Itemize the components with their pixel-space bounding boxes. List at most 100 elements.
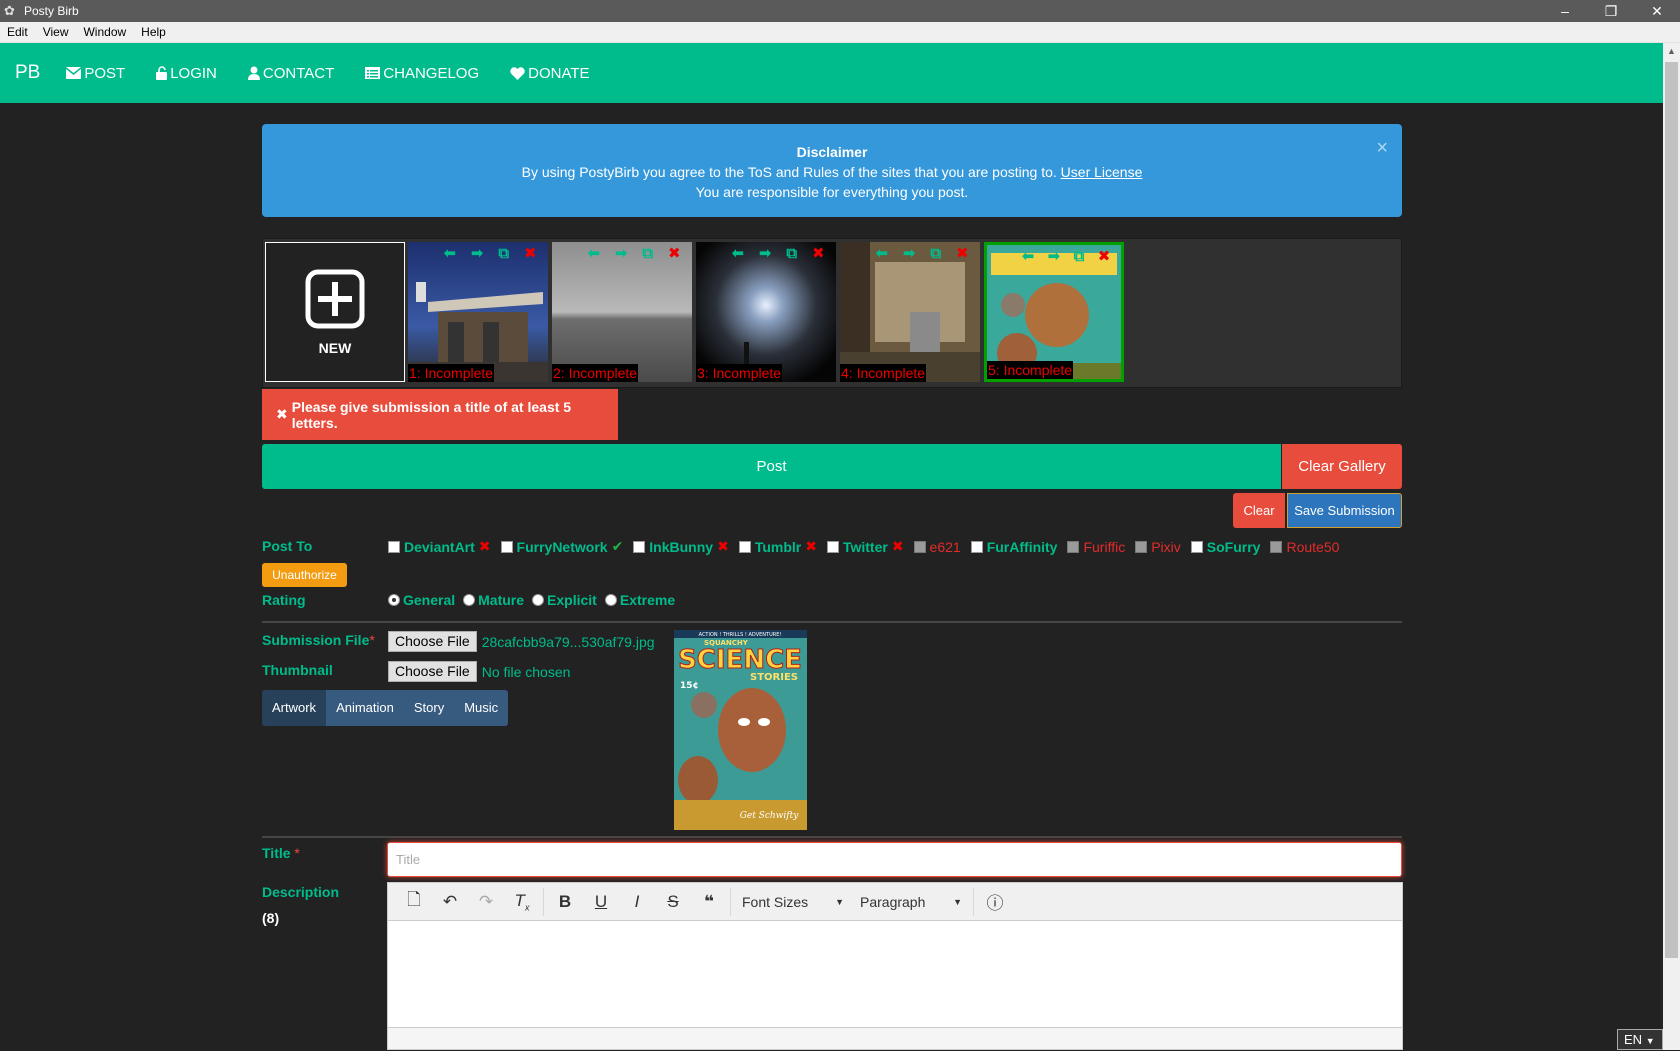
site-furrynetwork[interactable]: FurryNetwork ✔: [500, 538, 623, 555]
vertical-scrollbar[interactable]: ▲: [1663, 43, 1680, 1050]
site-deviantart[interactable]: DeviantArt ✖: [388, 538, 491, 555]
arrow-right-icon[interactable]: ➡: [615, 244, 628, 262]
scroll-up-icon[interactable]: ▲: [1663, 43, 1680, 60]
scrollbar-thumb[interactable]: [1665, 62, 1678, 958]
copy-icon[interactable]: ⧉: [786, 245, 797, 262]
post-button[interactable]: Post: [262, 444, 1281, 489]
menu-edit[interactable]: Edit: [0, 25, 36, 39]
menu-window[interactable]: Window: [76, 25, 134, 39]
nav-contact[interactable]: CONTACT: [247, 65, 334, 82]
delete-icon[interactable]: ✖: [812, 244, 825, 262]
delete-icon[interactable]: ✖: [1098, 247, 1111, 265]
gallery-item[interactable]: ⬅ ➡ ⧉ ✖ 2: Incomplete: [552, 242, 692, 382]
radio[interactable]: [604, 594, 617, 606]
checkbox[interactable]: [826, 540, 839, 553]
checkbox[interactable]: [970, 540, 983, 553]
close-icon[interactable]: ×: [1376, 138, 1388, 158]
paragraph-dropdown[interactable]: Paragraph ▼: [852, 894, 970, 910]
arrow-right-icon[interactable]: ➡: [471, 244, 484, 262]
checkbox[interactable]: [738, 540, 751, 553]
arrow-left-icon[interactable]: ⬅: [731, 244, 744, 262]
help-icon[interactable]: ⓘ: [977, 889, 1013, 914]
font-sizes-dropdown[interactable]: Font Sizes ▼: [734, 894, 852, 910]
unauthorize-button[interactable]: Unauthorize: [262, 563, 347, 587]
clear-gallery-button[interactable]: Clear Gallery: [1282, 444, 1402, 489]
site-tumblr[interactable]: Tumblr ✖: [738, 538, 817, 555]
site-sofurry[interactable]: SoFurry: [1190, 538, 1261, 555]
clear-button[interactable]: Clear: [1233, 493, 1285, 528]
user-license-link[interactable]: User License: [1061, 164, 1143, 180]
tab-artwork[interactable]: Artwork: [262, 690, 327, 726]
gallery-item[interactable]: ⬅ ➡ ⧉ ✖ 1: Incomplete: [408, 242, 548, 382]
delete-icon[interactable]: ✖: [956, 244, 969, 262]
tab-animation[interactable]: Animation: [326, 690, 404, 726]
brand-logo[interactable]: PB: [15, 62, 40, 84]
arrow-left-icon[interactable]: ⬅: [443, 244, 456, 262]
clear-formatting-icon[interactable]: Tx: [504, 891, 540, 912]
redo-icon[interactable]: ↷: [468, 892, 504, 912]
nav-donate[interactable]: DONATE: [510, 65, 590, 82]
arrow-right-icon[interactable]: ➡: [903, 244, 916, 262]
radio[interactable]: [463, 594, 476, 606]
title-input[interactable]: Title: [387, 842, 1402, 877]
italic-icon[interactable]: I: [619, 892, 655, 912]
rating-extreme[interactable]: Extreme: [604, 592, 675, 608]
undo-icon[interactable]: ↶: [432, 892, 468, 912]
bold-icon[interactable]: B: [547, 892, 583, 912]
gallery-item[interactable]: ⬅ ➡ ⧉ ✖ 4: Incomplete: [840, 242, 980, 382]
rating-explicit[interactable]: Explicit: [532, 592, 597, 608]
menu-view[interactable]: View: [36, 25, 77, 39]
tile-controls: ⬅ ➡ ⧉ ✖: [552, 242, 692, 264]
rating-general[interactable]: General: [388, 592, 455, 608]
checkbox[interactable]: [633, 540, 646, 553]
delete-icon[interactable]: ✖: [524, 244, 537, 262]
delete-icon[interactable]: ✖: [668, 244, 681, 262]
checkbox[interactable]: [388, 540, 400, 553]
language-selector[interactable]: EN ▼: [1617, 1029, 1663, 1050]
arrow-left-icon[interactable]: ⬅: [1022, 247, 1035, 265]
blockquote-icon[interactable]: ❝: [691, 892, 727, 912]
arrow-left-icon[interactable]: ⬅: [587, 244, 600, 262]
nav-changelog[interactable]: CHANGELOG: [365, 65, 479, 82]
arrow-right-icon[interactable]: ➡: [759, 244, 772, 262]
choose-thumbnail-button[interactable]: Choose File: [388, 661, 477, 682]
rating-option-label: Explicit: [547, 592, 597, 608]
gallery-item[interactable]: ⬅ ➡ ⧉ ✖ 3: Incomplete: [696, 242, 836, 382]
site-twitter[interactable]: Twitter ✖: [826, 538, 904, 555]
nav-post[interactable]: POST: [66, 65, 125, 82]
copy-icon[interactable]: ⧉: [930, 245, 941, 262]
disclaimer-line1: By using PostyBirb you agree to the ToS …: [262, 162, 1402, 182]
gallery-item-selected[interactable]: ⬅ ➡ ⧉ ✖ 5: Incomplete: [984, 242, 1124, 382]
description-editor[interactable]: 🗋 ↶ ↷ Tx B U I S ❝ Font Sizes ▼ Paragraph…: [387, 882, 1403, 1050]
site-inkbunny[interactable]: InkBunny ✖: [633, 538, 729, 555]
site-furaffinity[interactable]: FurAffinity: [970, 539, 1057, 555]
checkbox[interactable]: [500, 540, 513, 553]
site-name: Twitter: [842, 538, 888, 555]
checkbox[interactable]: [1190, 540, 1203, 553]
copy-icon[interactable]: ⧉: [1074, 248, 1085, 265]
description-label: Description: [262, 884, 340, 900]
minimize-icon[interactable]: –: [1542, 0, 1588, 22]
restore-icon[interactable]: ❐: [1588, 0, 1634, 22]
choose-submission-file-button[interactable]: Choose File: [388, 631, 477, 652]
copy-icon[interactable]: ⧉: [498, 245, 509, 262]
arrow-right-icon[interactable]: ➡: [1048, 247, 1061, 265]
radio[interactable]: [532, 594, 545, 606]
menu-help[interactable]: Help: [134, 25, 174, 39]
close-window-icon[interactable]: ✕: [1634, 0, 1680, 22]
new-submission-button[interactable]: NEW: [265, 242, 405, 382]
site-name: SoFurry: [1206, 538, 1261, 555]
site-name: FurryNetwork: [516, 538, 608, 555]
tab-story[interactable]: Story: [404, 690, 454, 726]
strikethrough-icon[interactable]: S: [655, 892, 691, 912]
new-document-icon[interactable]: 🗋: [396, 887, 432, 916]
submission-preview: ACTION ! THRILLS ! ADVENTURE! SQUANCHY S…: [674, 630, 807, 830]
arrow-left-icon[interactable]: ⬅: [875, 244, 888, 262]
tab-music[interactable]: Music: [454, 690, 508, 726]
radio-selected[interactable]: [388, 594, 400, 606]
rating-mature[interactable]: Mature: [463, 592, 524, 608]
copy-icon[interactable]: ⧉: [642, 245, 653, 262]
save-submission-button[interactable]: Save Submission: [1287, 493, 1402, 528]
underline-icon[interactable]: U: [583, 892, 619, 912]
nav-login[interactable]: LOGIN: [156, 65, 217, 82]
